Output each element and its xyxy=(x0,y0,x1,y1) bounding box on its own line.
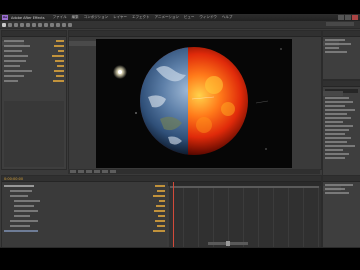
star xyxy=(265,148,267,150)
pen-tool-icon[interactable] xyxy=(38,22,42,27)
composition-viewer[interactable] xyxy=(96,39,292,168)
property-row[interactable] xyxy=(4,79,64,82)
property-row[interactable] xyxy=(4,189,165,192)
property-row[interactable] xyxy=(4,224,165,227)
property-row[interactable] xyxy=(4,214,165,217)
zoom-select[interactable] xyxy=(70,170,76,173)
status-bar xyxy=(0,247,360,248)
timeline-zoom-handle[interactable] xyxy=(226,241,230,246)
menu-effect[interactable]: エフェクト xyxy=(132,15,150,20)
pan-tool-icon[interactable] xyxy=(32,22,36,27)
menu-bar: ファイル 編集 コンポジション レイヤー エフェクト アニメーション ビュー ウ… xyxy=(53,15,238,20)
zoom-tool-icon[interactable] xyxy=(14,22,18,27)
layer-row[interactable] xyxy=(4,229,165,232)
app-title: Adobe After Effects xyxy=(11,15,45,20)
project-item-list[interactable] xyxy=(4,101,64,167)
rotate-tool-icon[interactable] xyxy=(20,22,24,27)
puppet-tool-icon[interactable] xyxy=(68,22,72,27)
menu-composition[interactable]: コンポジション xyxy=(84,15,109,20)
app-logo: Ae xyxy=(2,15,8,20)
property-row[interactable] xyxy=(4,209,165,212)
current-time-display[interactable]: 0:00:00:00 xyxy=(4,177,23,181)
property-row[interactable] xyxy=(4,44,64,47)
property-row[interactable] xyxy=(4,199,165,202)
info-readout xyxy=(323,37,360,57)
property-row[interactable] xyxy=(4,194,165,197)
project-panel xyxy=(1,30,67,170)
property-row[interactable] xyxy=(4,219,165,222)
menu-file[interactable]: ファイル xyxy=(53,15,67,20)
camera-view-select[interactable] xyxy=(102,170,108,173)
camera-tool-icon[interactable] xyxy=(26,22,30,27)
timeline-graph[interactable] xyxy=(168,182,321,248)
grid-toggle-icon[interactable] xyxy=(86,170,92,173)
menu-edit[interactable]: 編集 xyxy=(72,15,79,20)
after-effects-window: Ae Adobe After Effects ファイル 編集 コンポジション レ… xyxy=(0,14,360,248)
hand-tool-icon[interactable] xyxy=(8,22,12,27)
menu-layer[interactable]: レイヤー xyxy=(113,15,127,20)
sun-core xyxy=(118,70,122,74)
property-row[interactable] xyxy=(4,49,64,52)
property-row[interactable] xyxy=(4,64,64,67)
title-bar: Ae Adobe After Effects ファイル 編集 コンポジション レ… xyxy=(0,14,360,21)
eraser-tool-icon[interactable] xyxy=(62,22,66,27)
viewer-controls xyxy=(68,169,320,174)
text-tool-icon[interactable] xyxy=(44,22,48,27)
menu-view[interactable]: ビュー xyxy=(184,15,195,20)
clone-tool-icon[interactable] xyxy=(56,22,60,27)
layer-properties xyxy=(2,182,167,232)
layer-row[interactable] xyxy=(4,184,165,187)
star xyxy=(135,112,137,114)
views-layout-select[interactable] xyxy=(110,170,116,173)
property-row[interactable] xyxy=(4,59,64,62)
resolution-select[interactable] xyxy=(78,170,84,173)
effects-list[interactable] xyxy=(323,95,360,163)
star xyxy=(280,48,282,50)
planet xyxy=(140,47,248,155)
tab-effects-presets[interactable] xyxy=(323,91,343,96)
menu-animation[interactable]: アニメーション xyxy=(155,15,179,20)
menu-window[interactable]: ウィンドウ xyxy=(199,15,217,20)
tools-panel xyxy=(0,21,360,29)
timeline-panel: 0:00:00:00 xyxy=(1,175,322,248)
property-row[interactable] xyxy=(4,54,64,57)
selection-tool-icon[interactable] xyxy=(2,22,6,27)
effect-controls xyxy=(2,37,66,82)
work-area-bar[interactable] xyxy=(170,186,319,188)
channel-toggle-icon[interactable] xyxy=(94,170,100,173)
effects-presets-panel xyxy=(322,80,360,176)
composition-tabs xyxy=(69,31,321,46)
minimize-icon[interactable] xyxy=(338,15,344,20)
effects-panel-tabs xyxy=(323,81,360,96)
workspace-select[interactable] xyxy=(326,22,354,26)
maximize-icon[interactable] xyxy=(345,15,351,20)
menu-help[interactable]: ヘルプ xyxy=(222,15,233,20)
brush-tool-icon[interactable] xyxy=(50,22,54,27)
preview-panel xyxy=(322,175,360,248)
property-row[interactable] xyxy=(4,69,64,72)
current-time-indicator[interactable] xyxy=(173,182,174,248)
close-icon[interactable] xyxy=(352,15,358,20)
space-scene-image xyxy=(96,39,292,168)
property-row[interactable] xyxy=(4,204,165,207)
info-panel xyxy=(322,30,360,80)
property-row[interactable] xyxy=(4,74,64,77)
layer-outline xyxy=(2,182,167,248)
window-controls xyxy=(337,15,358,20)
